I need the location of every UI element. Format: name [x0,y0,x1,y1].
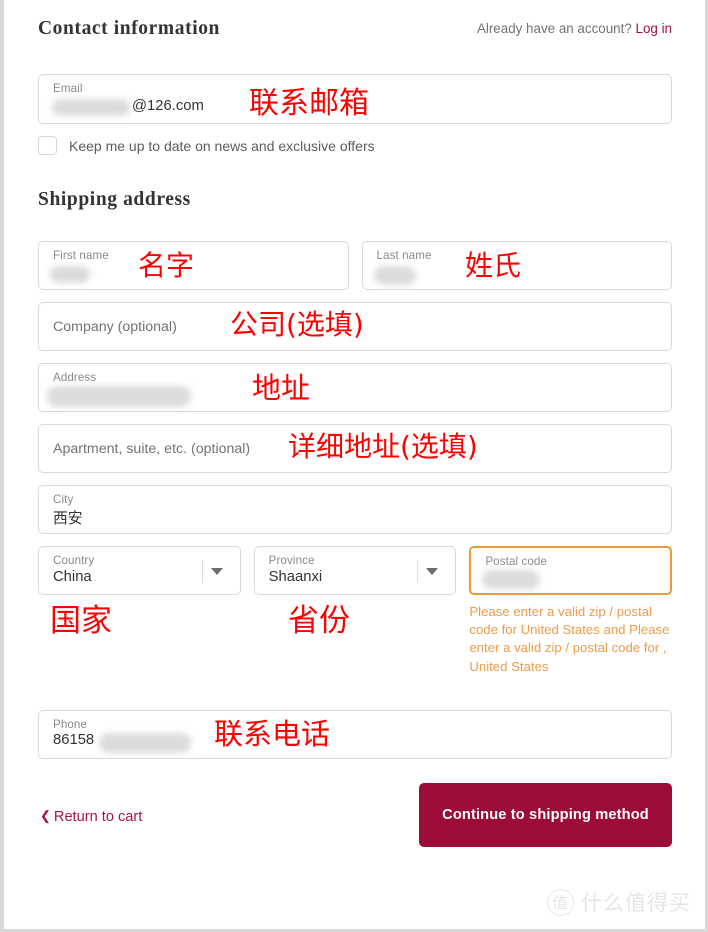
email-field-label: Email [53,82,83,95]
shipping-address-title: Shipping address [38,189,191,210]
province-column: Province Shaanxi 省份 [253,546,457,637]
account-prompt-text: Already have an account? [476,21,632,36]
checkout-content: Contact information Already have an acco… [4,0,705,929]
address-field[interactable]: Address [38,363,672,412]
postal-code-error-message: Please enter a valid zip / postal code f… [469,604,670,674]
watermark-text: 什么值得买 [581,891,691,915]
city-label: City [53,493,74,506]
newsletter-checkbox-row[interactable]: Keep me up to date on news and exclusive… [38,136,672,155]
country-select[interactable]: Country China [38,546,241,595]
email-field-value: @126.com [132,98,204,114]
checkout-page: Contact information Already have an acco… [0,0,708,932]
first-name-field[interactable]: First name [38,241,349,290]
apartment-placeholder: Apartment, suite, etc. (optional) [53,441,251,457]
annotation-province: 省份 [288,603,350,639]
newsletter-checkbox[interactable] [38,136,57,155]
postal-code-column: Postal code Please enter a valid zip / p… [469,546,673,676]
country-column: Country China 国家 [38,546,241,637]
last-name-redaction [373,266,416,285]
last-name-field[interactable]: Last name [361,241,672,290]
account-prompt: Already have an account? Log in [477,21,672,36]
province-label: Province [268,554,315,567]
phone-redaction [99,732,191,753]
watermark-badge-icon: 值 [547,888,574,916]
postal-code-redaction [482,570,541,589]
province-value: Shaanxi [268,569,323,585]
country-value: China [53,569,92,585]
return-to-cart-label: Return to cart [53,808,143,825]
first-name-label: First name [53,249,109,262]
last-name-label: Last name [376,249,432,262]
watermark: 值 什么值得买 [547,887,691,917]
address-redaction [47,386,191,407]
newsletter-checkbox-label: Keep me up to date on news and exclusive… [69,137,375,154]
postal-code-label: Postal code [485,555,548,568]
phone-value: 86158 [53,731,95,748]
contact-information-header: Contact information Already have an acco… [38,0,672,54]
apartment-field[interactable]: Apartment, suite, etc. (optional) [38,424,672,473]
annotation-country: 国家 [50,603,112,639]
country-label: Country [53,554,95,567]
phone-label: Phone [53,717,88,731]
email-redaction [52,99,130,116]
checkout-footer: ❮ Return to cart Continue to shipping met… [38,782,672,863]
company-field[interactable]: Company (optional) [38,302,672,351]
email-field[interactable]: Email @126.com [38,74,672,124]
city-value: 西安 [53,510,83,527]
postal-code-field[interactable]: Postal code [469,546,673,595]
address-label: Address [53,371,97,384]
continue-to-shipping-method-button[interactable]: Continue to shipping method [419,782,672,847]
province-select[interactable]: Province Shaanxi [253,546,457,595]
chevron-down-icon-country[interactable] [201,560,229,583]
phone-field[interactable]: Phone 86158 [38,709,672,759]
company-placeholder: Company (optional) [53,319,177,335]
return-to-cart-link[interactable]: ❮ Return to cart [40,807,143,825]
chevron-left-icon: ❮ [40,807,51,823]
log-in-link[interactable]: Log in [636,21,672,36]
first-name-redaction [50,266,90,283]
shipping-address-header: Shipping address [38,155,672,235]
city-field[interactable]: City 西安 [38,485,672,534]
chevron-down-icon-province[interactable] [417,560,444,583]
